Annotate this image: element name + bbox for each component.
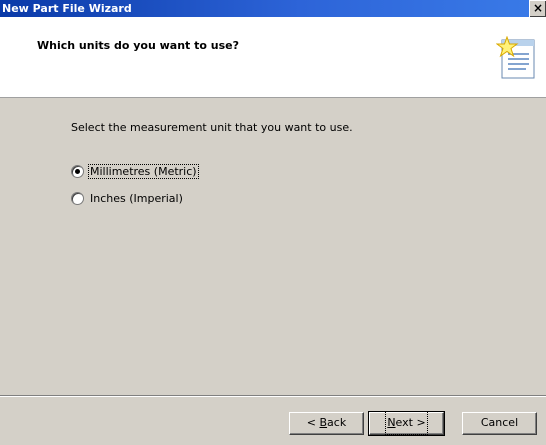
next-label-accel: N bbox=[387, 416, 396, 429]
cancel-button[interactable]: Cancel bbox=[462, 412, 537, 435]
radio-millimetres[interactable]: Millimetres (Metric) bbox=[71, 163, 199, 179]
wizard-header: Which units do you want to use? bbox=[0, 17, 546, 98]
radio-inches[interactable]: Inches (Imperial) bbox=[71, 190, 184, 206]
back-label-accel: B bbox=[319, 416, 328, 429]
instruction-text: Select the measurement unit that you wan… bbox=[71, 121, 353, 134]
wizard-window: New Part File Wizard × Which units do yo… bbox=[0, 0, 546, 445]
back-label-prefix: < bbox=[306, 416, 320, 429]
wizard-star-document-icon bbox=[496, 36, 535, 79]
next-label-suffix: ext > bbox=[395, 416, 426, 429]
cancel-label: Cancel bbox=[480, 416, 519, 429]
footer-divider bbox=[0, 395, 546, 397]
radio-label-millimetres[interactable]: Millimetres (Metric) bbox=[88, 163, 199, 179]
radio-button-checked[interactable] bbox=[71, 164, 84, 178]
radio-button-unchecked[interactable] bbox=[71, 191, 84, 205]
back-button[interactable]: < Back bbox=[289, 412, 364, 435]
radio-label-inches[interactable]: Inches (Imperial) bbox=[89, 192, 184, 205]
back-label-suffix: ack bbox=[327, 416, 347, 429]
title-bar[interactable]: New Part File Wizard × bbox=[0, 0, 546, 17]
close-button[interactable]: × bbox=[529, 0, 546, 17]
next-button[interactable]: Next > bbox=[368, 411, 445, 436]
page-title: Which units do you want to use? bbox=[37, 39, 240, 52]
close-icon: × bbox=[532, 1, 544, 15]
window-title: New Part File Wizard bbox=[2, 2, 132, 15]
